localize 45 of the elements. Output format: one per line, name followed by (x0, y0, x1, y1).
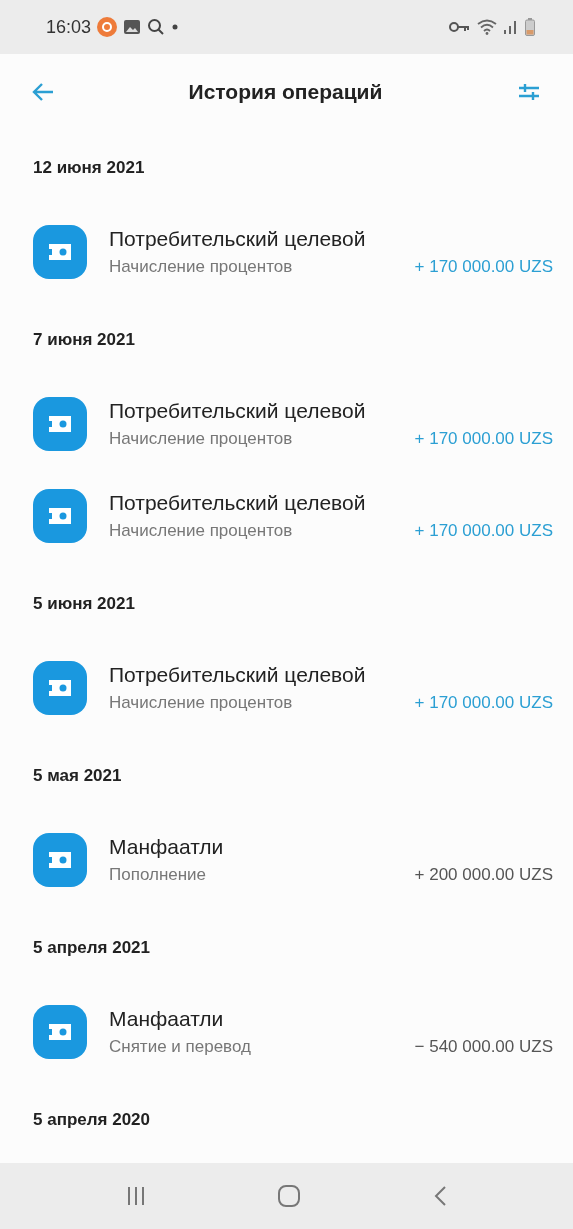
notification-icon (97, 17, 118, 37)
amount: + 170 000.00 UZS (414, 693, 553, 713)
wifi-icon (477, 19, 497, 35)
date-heading: 7 июня 2021 (33, 329, 136, 351)
battery-icon (525, 18, 535, 36)
operation-type: Начисление процентов (109, 257, 293, 277)
account-name: Потребительский целевой (109, 227, 367, 251)
key-icon (449, 21, 471, 33)
date-heading: 5 апреля 2020 (33, 1109, 151, 1131)
status-time: 16:03 (46, 16, 92, 38)
amount: − 540 000.00 UZS (414, 1037, 553, 1057)
date-heading: 5 июня 2021 (33, 593, 136, 615)
account-name: Манфаатли (109, 1007, 225, 1031)
image-icon (123, 19, 142, 35)
account-name: Потребительский целевой (109, 491, 367, 515)
date-heading: 5 апреля 2021 (33, 937, 151, 959)
sliders-icon (517, 82, 541, 102)
card-icon (46, 414, 74, 434)
search-icon (147, 18, 166, 36)
recent-apps-icon (125, 1185, 146, 1207)
amount: + 170 000.00 UZS (414, 257, 553, 277)
card-icon (46, 1022, 74, 1042)
back-arrow-icon (32, 82, 54, 102)
signal-icon (503, 19, 519, 35)
amount: + 170 000.00 UZS (414, 429, 553, 449)
amount: + 170 000.00 UZS (414, 521, 553, 541)
operation-type: Снятие и перевод (109, 1037, 251, 1057)
date-heading: 12 июня 2021 (33, 157, 146, 179)
date-heading: 5 мая 2021 (33, 765, 123, 787)
account-name: Потребительский целевой (109, 399, 367, 423)
account-name: Манфаатли (109, 835, 225, 859)
card-icon (46, 850, 74, 870)
page-title: История операций (188, 80, 383, 104)
operation-type: Начисление процентов (109, 693, 293, 713)
chevron-left-icon (433, 1185, 448, 1207)
account-name: Потребительский целевой (109, 663, 367, 687)
amount: + 200 000.00 UZS (414, 865, 553, 885)
dot-icon (171, 23, 180, 31)
operation-type: Начисление процентов (109, 429, 293, 449)
card-icon (46, 678, 74, 698)
operation-type: Начисление процентов (109, 521, 293, 541)
home-icon (277, 1184, 302, 1208)
card-icon (46, 506, 74, 526)
operation-type: Пополнение (109, 865, 207, 885)
card-icon (46, 242, 74, 262)
